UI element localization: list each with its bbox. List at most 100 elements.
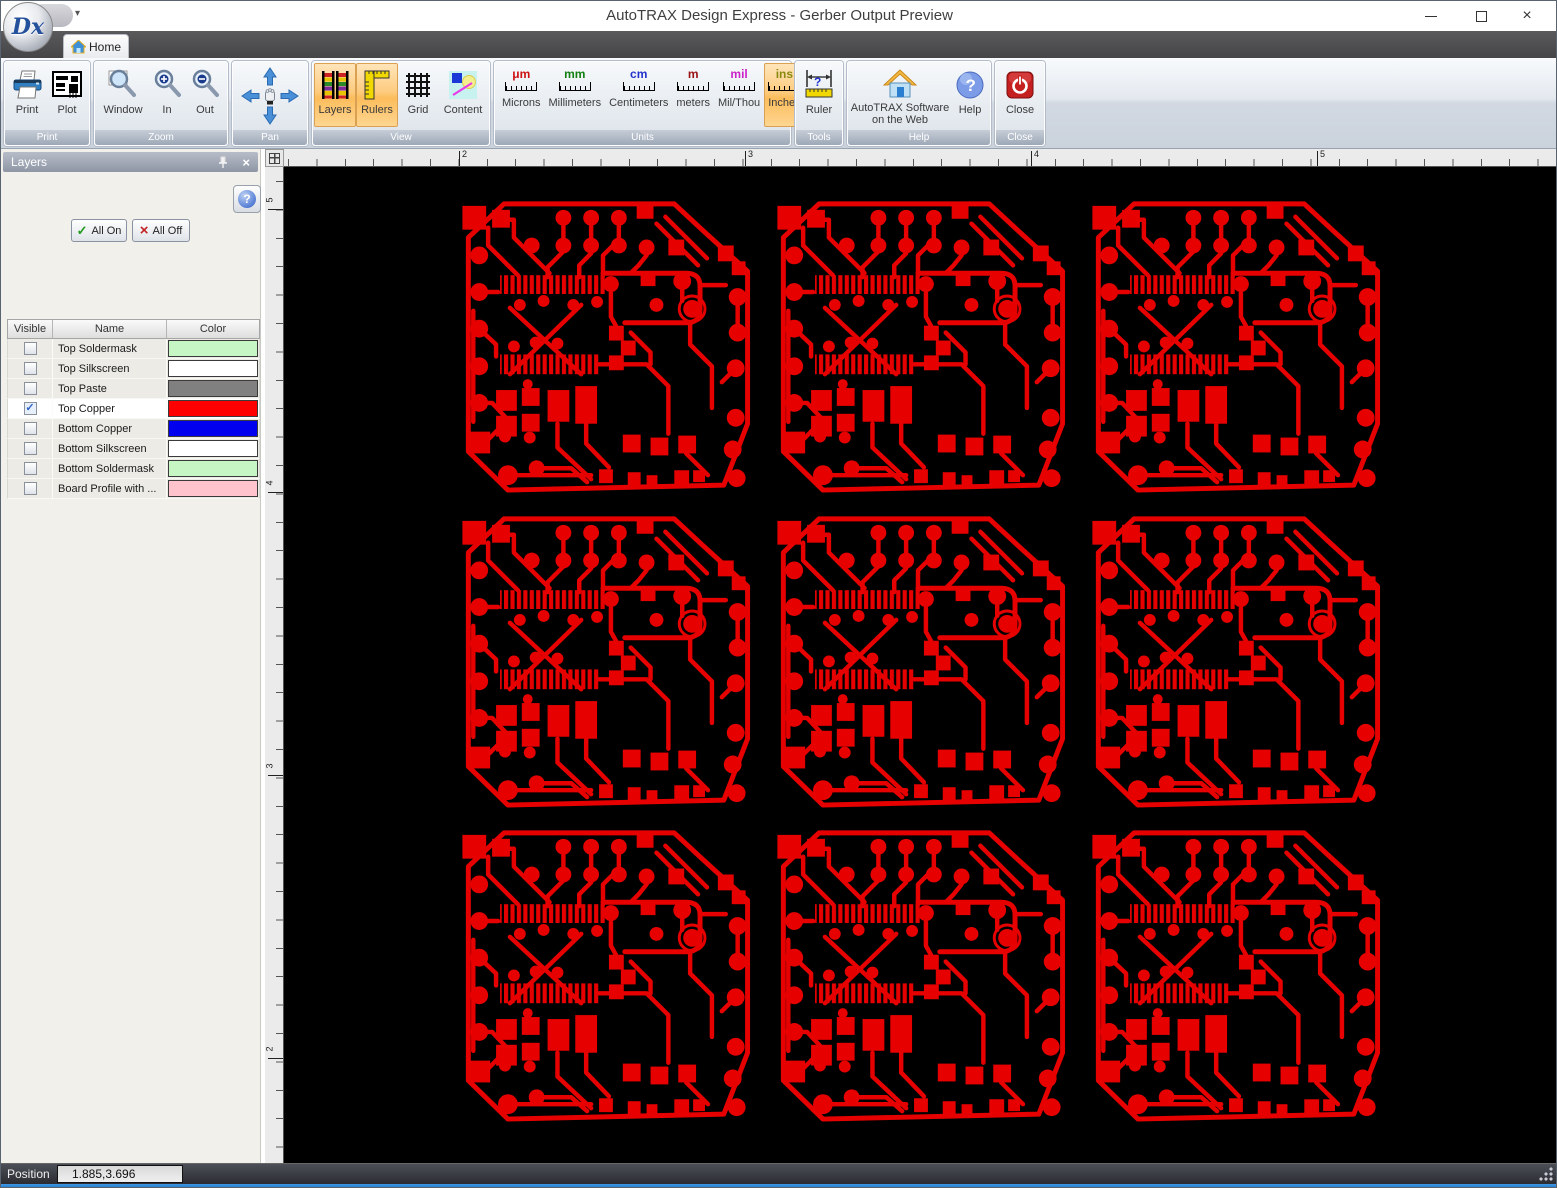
- layer-name: Top Soldermask: [53, 339, 167, 358]
- pin-icon[interactable]: [216, 155, 230, 169]
- all-off-button[interactable]: × All Off: [132, 219, 190, 242]
- zoom-out-label: Out: [196, 104, 214, 116]
- layers-panel-title: Layers: [11, 155, 48, 169]
- pan-arrows-icon[interactable]: [238, 66, 302, 126]
- visible-checkbox[interactable]: [23, 382, 37, 395]
- ruler-tool-button[interactable]: ? Ruler: [797, 63, 841, 127]
- ruler-tool-icon: ?: [804, 67, 834, 103]
- ruler-major-tick: 3: [265, 763, 283, 776]
- zoom-out-button[interactable]: Out: [186, 63, 224, 127]
- svg-text:?: ?: [966, 76, 976, 95]
- millimeters-glyph: mm: [564, 67, 586, 81]
- all-off-label: All Off: [152, 224, 183, 237]
- minimize-button[interactable]: [1408, 1, 1454, 31]
- rulers-icon: [362, 67, 392, 103]
- table-row[interactable]: Bottom Soldermask: [7, 459, 260, 479]
- microns-label: Microns: [502, 97, 541, 109]
- table-row[interactable]: Top Silkscreen: [7, 359, 260, 379]
- color-swatch[interactable]: [168, 400, 258, 417]
- position-label: Position: [7, 1167, 50, 1181]
- application-menu-button[interactable]: Dx: [3, 2, 53, 52]
- unit-microns-button[interactable]: μm Microns: [498, 63, 545, 127]
- resize-grip[interactable]: [1539, 1167, 1553, 1181]
- zoom-out-icon: [189, 67, 221, 103]
- color-swatch[interactable]: [168, 380, 258, 397]
- web-button[interactable]: AutoTRAX Software on the Web: [849, 63, 951, 127]
- meters-label: meters: [676, 97, 710, 109]
- table-row[interactable]: Board Profile with ...: [7, 479, 260, 499]
- zoom-in-button[interactable]: In: [148, 63, 186, 127]
- unit-mil-button[interactable]: mil Mil/Thou: [714, 63, 764, 127]
- content-label: Content: [443, 104, 483, 116]
- gerber-preview-canvas[interactable]: [284, 167, 1556, 1163]
- close-preview-label: Close: [1005, 104, 1035, 116]
- all-on-button[interactable]: ✓ All On: [71, 219, 127, 242]
- group-print: Print Plot Print: [4, 61, 90, 146]
- visible-checkbox[interactable]: [23, 482, 37, 495]
- ruler-glyph-icon: [558, 82, 591, 91]
- panel-help-button[interactable]: ?: [233, 185, 261, 213]
- table-row-selected[interactable]: Top Copper: [7, 399, 260, 419]
- tab-home-label: Home: [88, 39, 121, 54]
- unit-meters-button[interactable]: m meters: [672, 63, 714, 127]
- unit-centimeters-button[interactable]: cm Centimeters: [605, 63, 672, 127]
- layer-name: Top Silkscreen: [53, 359, 167, 378]
- ruler-vertical: 5 4 3 2: [265, 167, 284, 1163]
- table-row[interactable]: Bottom Silkscreen: [7, 439, 260, 459]
- home-icon: [70, 39, 86, 53]
- close-preview-button[interactable]: Close: [998, 63, 1042, 127]
- maximize-button[interactable]: [1458, 1, 1504, 31]
- grid-plus-icon: [269, 152, 280, 164]
- color-swatch[interactable]: [168, 440, 258, 457]
- color-swatch[interactable]: [168, 340, 258, 357]
- grid-toggle-button[interactable]: Grid: [398, 63, 438, 127]
- visible-checkbox[interactable]: [23, 442, 37, 455]
- color-swatch[interactable]: [168, 360, 258, 377]
- layers-table-header: Visible Name Color: [7, 319, 260, 339]
- close-window-button[interactable]: ×: [1504, 1, 1550, 31]
- visible-checkbox[interactable]: [23, 362, 37, 375]
- visible-checkbox[interactable]: [23, 342, 37, 355]
- plot-button[interactable]: Plot: [47, 63, 87, 127]
- mil-glyph: mil: [730, 67, 748, 81]
- color-swatch[interactable]: [168, 420, 258, 437]
- table-row[interactable]: Top Soldermask: [7, 339, 260, 359]
- color-swatch[interactable]: [168, 480, 258, 497]
- table-row[interactable]: Top Paste: [7, 379, 260, 399]
- layers-toggle-button[interactable]: Layers: [314, 63, 356, 127]
- layers-icon: [320, 67, 350, 103]
- plot-label: Plot: [57, 104, 77, 116]
- table-row[interactable]: Bottom Copper: [7, 419, 260, 439]
- help-button[interactable]: ? Help: [951, 63, 989, 127]
- color-swatch[interactable]: [168, 460, 258, 477]
- maximize-icon: [1475, 10, 1487, 22]
- tab-home[interactable]: Home: [63, 34, 129, 58]
- x-icon: ×: [139, 222, 149, 239]
- ruler-origin-button[interactable]: [265, 149, 284, 167]
- visible-checkbox[interactable]: [23, 422, 37, 435]
- header-name: Name: [53, 320, 167, 338]
- zoom-window-button[interactable]: Window: [98, 63, 148, 127]
- group-close-label: Close: [996, 130, 1044, 145]
- quick-access-dropdown-icon[interactable]: ▾: [75, 8, 80, 19]
- visible-checkbox[interactable]: [23, 402, 37, 415]
- group-zoom: Window In Out Zoom: [94, 61, 228, 146]
- meters-glyph: m: [687, 67, 699, 81]
- ruler-major-tick: 3: [745, 149, 753, 166]
- status-bar: Position 1.885,3.696: [1, 1163, 1556, 1184]
- ruler-major-tick: 2: [265, 1046, 283, 1059]
- visible-checkbox[interactable]: [23, 462, 37, 475]
- all-on-label: All On: [91, 224, 122, 237]
- zoom-window-icon: [107, 67, 139, 103]
- panel-close-icon[interactable]: ×: [242, 153, 250, 173]
- content-toggle-button[interactable]: Content: [438, 63, 488, 127]
- print-button[interactable]: Print: [7, 63, 47, 127]
- mil-label: Mil/Thou: [718, 97, 761, 109]
- ruler-glyph-icon: [622, 82, 655, 91]
- app-window: AutoTRAX Design Express - Gerber Output …: [0, 0, 1557, 1188]
- header-color: Color: [199, 323, 227, 335]
- ruler-tool-label: Ruler: [805, 104, 833, 116]
- unit-millimeters-button[interactable]: mm Millimeters: [545, 63, 606, 127]
- question-icon: ?: [238, 190, 256, 208]
- rulers-toggle-button[interactable]: Rulers: [356, 63, 398, 127]
